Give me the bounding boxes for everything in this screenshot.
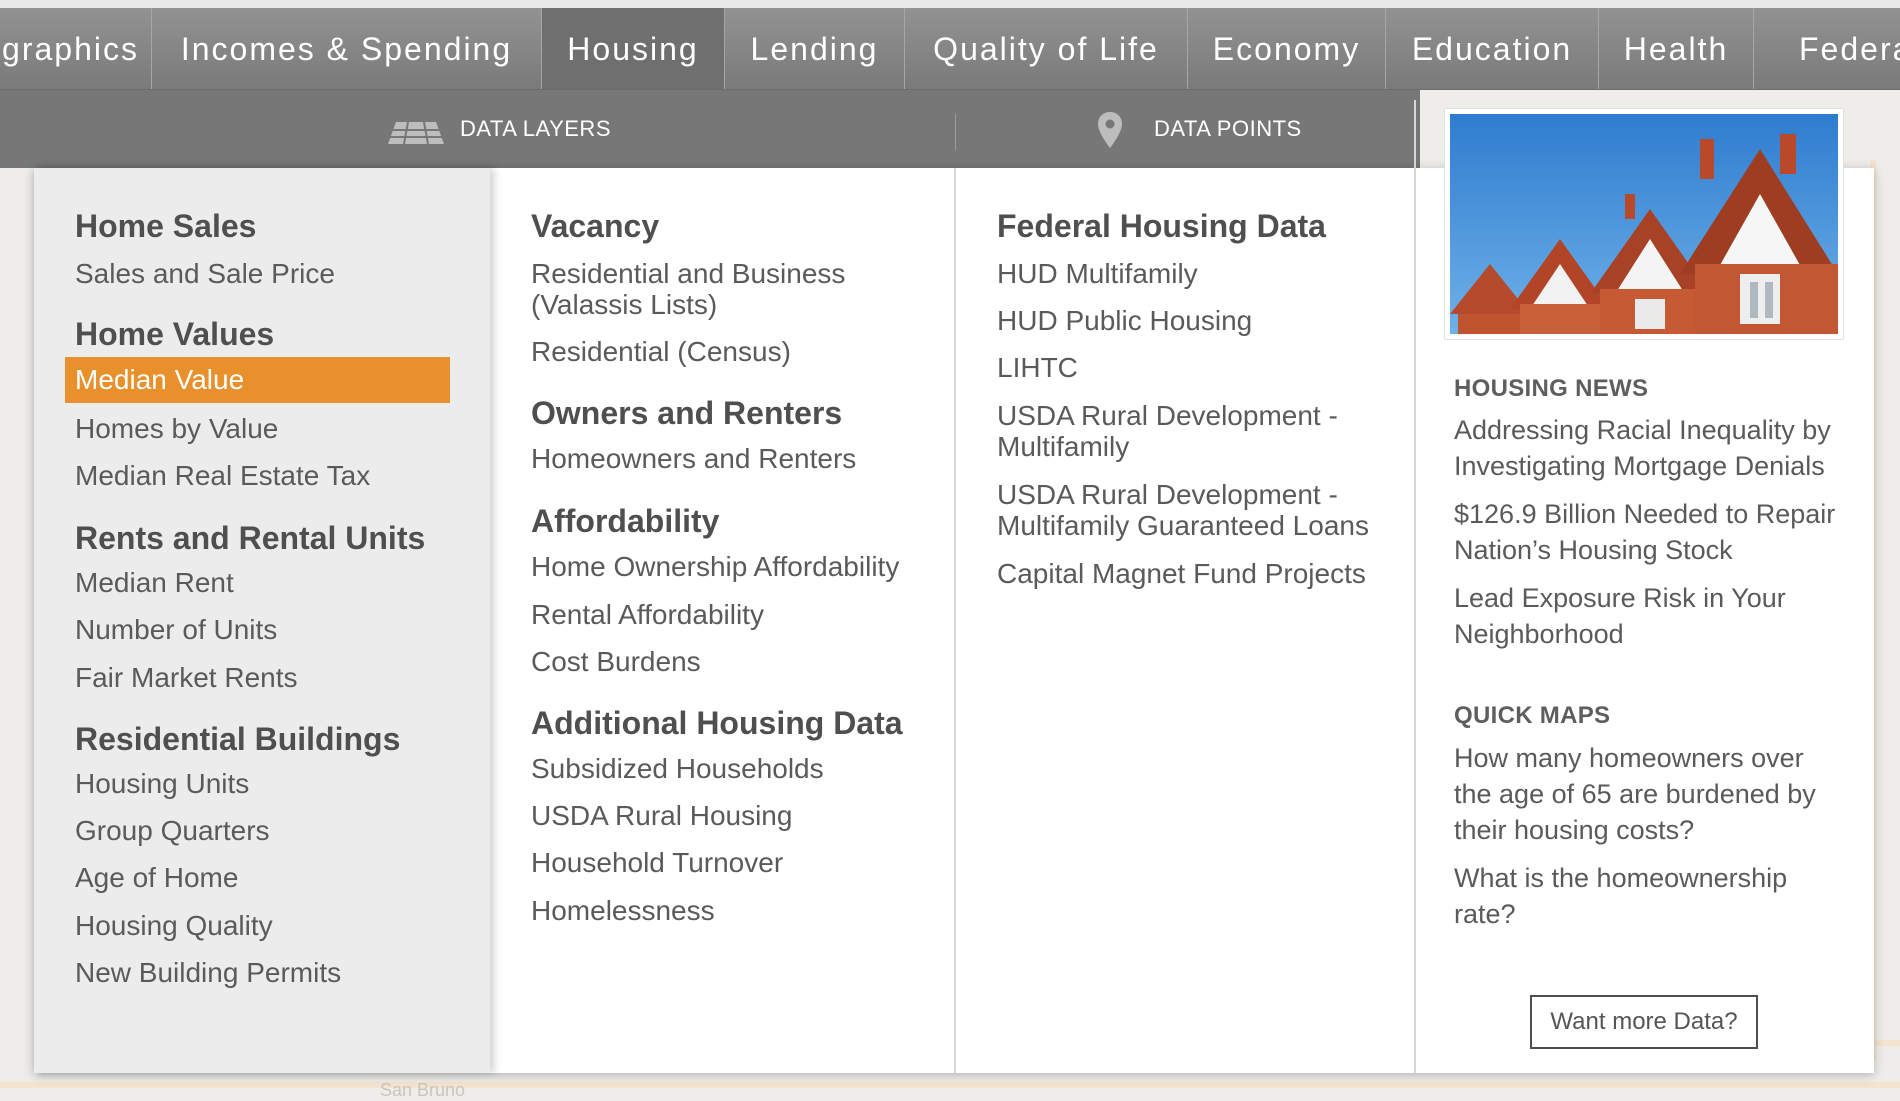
data-type-bar: DATA LAYERS DATA POINTS [0,90,1420,168]
column-divider [1414,100,1416,1073]
column-divider [954,168,956,1073]
menu-item-hud-multifamily[interactable]: HUD Multifamily [997,258,1198,289]
menu-item-subsidized-households[interactable]: Subsidized Households [531,753,824,784]
group-owners-renters: Owners and Renters [531,395,843,431]
tab-lending[interactable]: Lending [725,8,905,89]
menu-item-hud-public-housing[interactable]: HUD Public Housing [997,305,1252,336]
tab-quality-of-life[interactable]: Quality of Life [905,8,1188,89]
data-layers-column: Home Sales Sales and Sale Price Home Val… [34,168,490,1073]
menu-item-housing-quality[interactable]: Housing Quality [75,910,273,941]
tab-education[interactable]: Education [1386,8,1599,89]
menu-item-usda-rural-housing[interactable]: USDA Rural Housing [531,800,792,831]
menu-item-homelessness[interactable]: Homelessness [531,895,715,926]
menu-item-valassis-lists[interactable]: (Valassis Lists) [531,289,717,320]
news-link-racial-inequality[interactable]: Addressing Racial Inequality by Investig… [1454,412,1844,484]
menu-item-household-turnover[interactable]: Household Turnover [531,847,783,878]
quick-maps-heading: QUICK MAPS [1454,702,1611,729]
housing-photo [1444,108,1844,340]
menu-item-usda-rd-multifamily-cont[interactable]: Multifamily [997,431,1129,462]
menu-item-homeowners-renters[interactable]: Homeowners and Renters [531,443,856,474]
menu-item-median-value[interactable]: Median Value [65,357,450,403]
data-points-tab[interactable]: DATA POINTS [1154,90,1302,168]
menu-item-age-of-home[interactable]: Age of Home [75,862,238,893]
data-layers-tab[interactable]: DATA LAYERS [460,90,611,168]
menu-item-residential-census[interactable]: Residential (Census) [531,336,791,367]
quick-map-link-homeownership-rate[interactable]: What is the homeownership rate? [1454,860,1844,932]
menu-item-sales-price[interactable]: Sales and Sale Price [75,258,335,289]
menu-item-group-quarters[interactable]: Group Quarters [75,815,270,846]
menu-item-usda-rd-multifamily[interactable]: USDA Rural Development - [997,400,1338,431]
group-additional-housing-data: Additional Housing Data [531,705,903,741]
menu-item-home-ownership-affordability[interactable]: Home Ownership Affordability [531,551,899,582]
group-federal-housing-data: Federal Housing Data [997,208,1326,244]
menu-item-new-building-permits[interactable]: New Building Permits [75,957,341,988]
tab-health[interactable]: Health [1599,8,1754,89]
menu-item-median-real-estate-tax[interactable]: Median Real Estate Tax [75,460,370,491]
menu-item-number-of-units[interactable]: Number of Units [75,614,277,645]
menu-item-cost-burdens[interactable]: Cost Burdens [531,646,701,677]
subbar-divider [955,114,956,150]
menu-item-lihtc[interactable]: LIHTC [997,352,1078,383]
group-affordability: Affordability [531,503,720,539]
menu-item-median-rent[interactable]: Median Rent [75,567,234,598]
top-strip [0,0,1900,8]
news-link-lead-exposure[interactable]: Lead Exposure Risk in Your Neighborhood [1454,580,1844,652]
map-pin-icon [1098,112,1122,148]
menu-item-homes-by-value[interactable]: Homes by Value [75,413,278,444]
group-home-sales: Home Sales [75,208,257,244]
quick-map-link-homeowners-65[interactable]: How many homeowners over the age of 65 a… [1454,740,1844,848]
menu-item-usda-rd-guaranteed-cont[interactable]: Multifamily Guaranteed Loans [997,510,1369,541]
menu-item-residential-business[interactable]: Residential and Business [531,258,845,289]
layers-icon [388,122,444,144]
menu-item-usda-rd-guaranteed[interactable]: USDA Rural Development - [997,479,1338,510]
menu-item-rental-affordability[interactable]: Rental Affordability [531,599,764,630]
tab-demographics[interactable]: graphics [0,8,152,89]
tab-incomes-spending[interactable]: Incomes & Spending [152,8,542,89]
housing-news-heading: HOUSING NEWS [1454,375,1649,402]
tab-federal[interactable]: Federal [1754,8,1900,89]
group-residential-buildings: Residential Buildings [75,721,401,757]
menu-item-housing-units[interactable]: Housing Units [75,768,249,799]
category-nav: graphics Incomes & Spending Housing Lend… [0,8,1900,90]
tab-housing[interactable]: Housing [542,8,725,89]
menu-item-capital-magnet-fund[interactable]: Capital Magnet Fund Projects [997,558,1366,589]
want-more-data-button[interactable]: Want more Data? [1530,995,1758,1049]
map-label: San Bruno [380,1080,466,1100]
group-rents: Rents and Rental Units [75,520,426,556]
row-houses-image [1450,114,1838,334]
tab-economy[interactable]: Economy [1188,8,1386,89]
news-link-repair-housing-stock[interactable]: $126.9 Billion Needed to Repair Nation’s… [1454,496,1844,568]
menu-item-fair-market-rents[interactable]: Fair Market Rents [75,662,298,693]
group-home-values: Home Values [75,316,275,352]
group-vacancy: Vacancy [531,208,660,244]
